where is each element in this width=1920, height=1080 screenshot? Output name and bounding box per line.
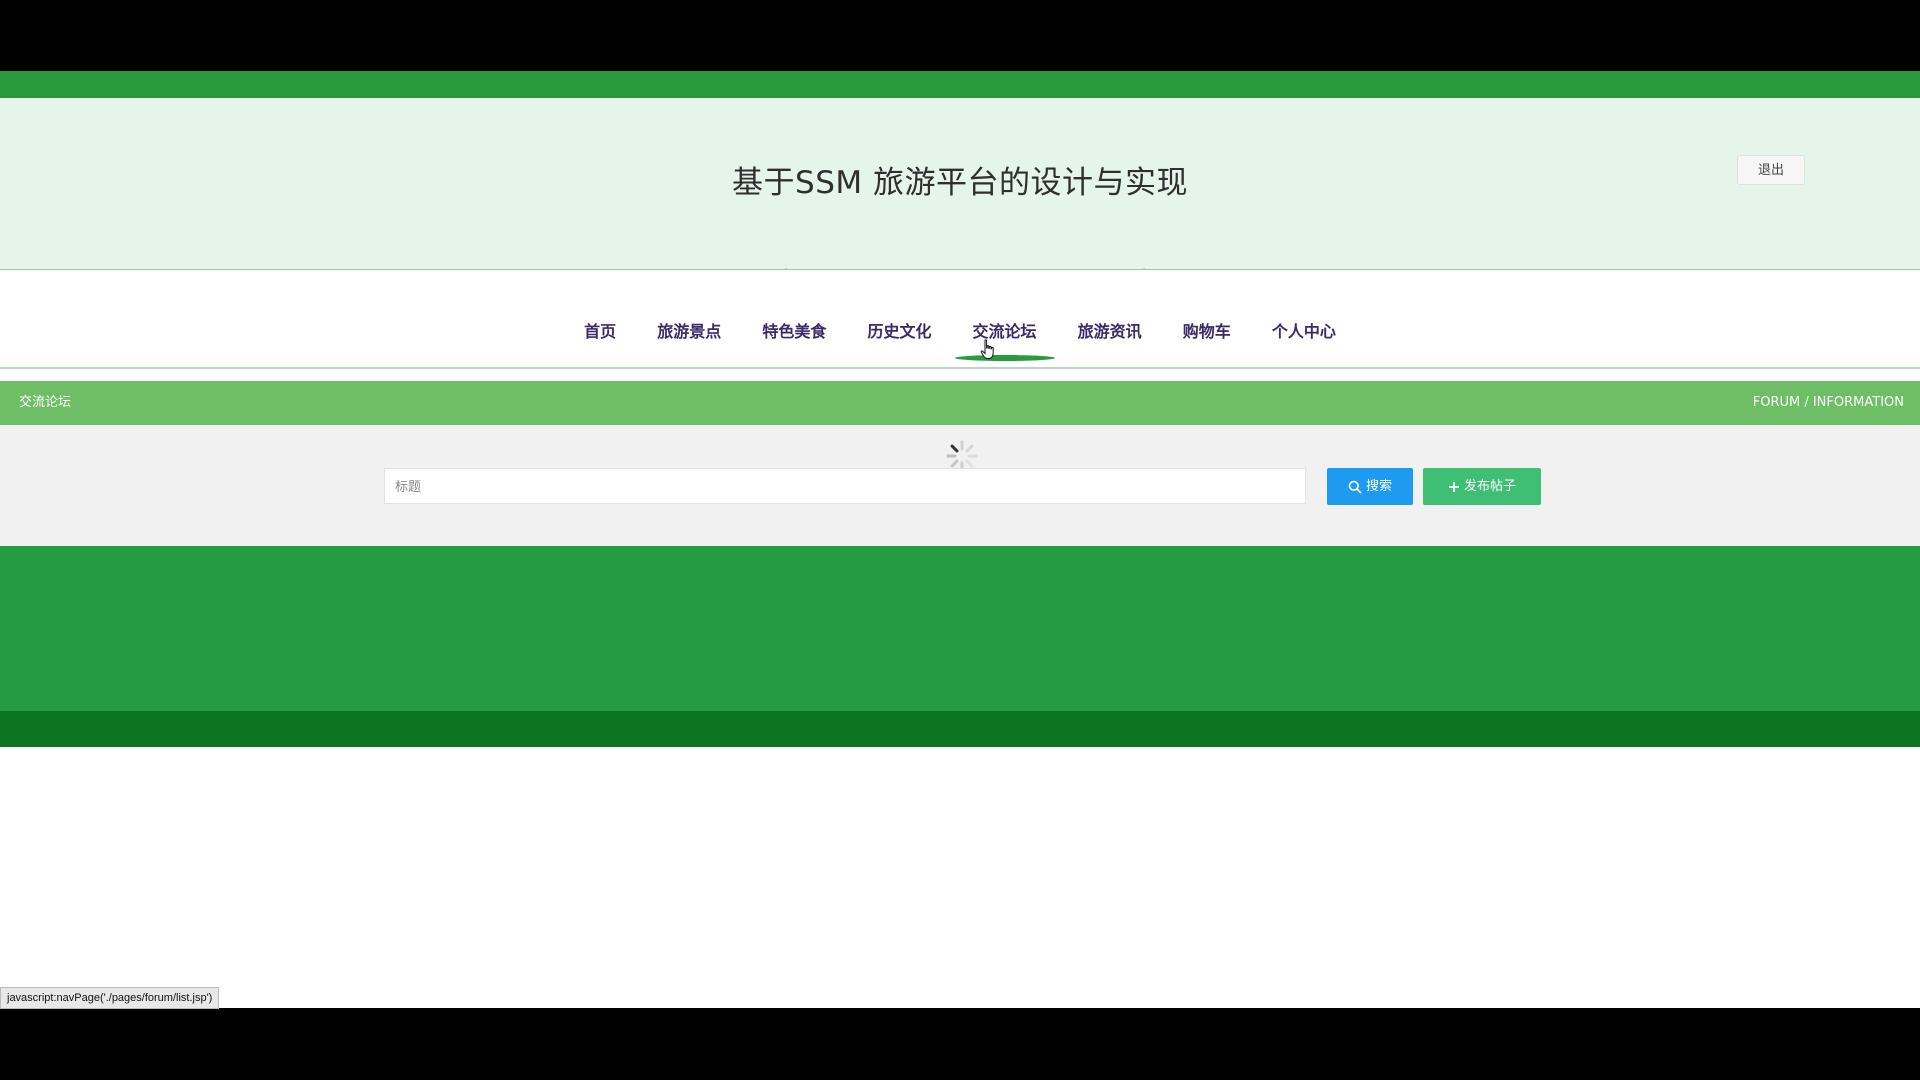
search-icon xyxy=(1348,480,1362,494)
logout-button[interactable]: 退出 xyxy=(1737,155,1805,185)
hand-cursor-icon xyxy=(980,339,994,359)
nav-item-home[interactable]: 首页 xyxy=(584,320,616,344)
nav-item-food[interactable]: 特色美食 xyxy=(762,320,826,344)
section-bar: 交流论坛 FORUM / INFORMATION xyxy=(0,381,1920,425)
title-search-input[interactable] xyxy=(384,468,1306,504)
search-area: 搜索 发布帖子 xyxy=(0,425,1920,546)
post-topic-button[interactable]: 发布帖子 xyxy=(1423,468,1541,505)
nav-divider xyxy=(0,367,1920,369)
site-header: 基于SSM 旅游平台的设计与实现 退出 xyxy=(0,98,1920,270)
footer xyxy=(0,546,1920,711)
site-title: 基于SSM 旅游平台的设计与实现 xyxy=(732,165,1188,201)
nav-item-history[interactable]: 历史文化 xyxy=(867,320,931,344)
post-topic-button-label: 发布帖子 xyxy=(1463,479,1516,494)
main-nav: 首页 旅游景点 特色美食 历史文化 交流论坛 旅游资讯 购物车 个人中心 xyxy=(0,320,1920,361)
nav-item-attractions[interactable]: 旅游景点 xyxy=(657,320,721,344)
search-button-label: 搜索 xyxy=(1365,479,1392,494)
nav-item-news[interactable]: 旅游资讯 xyxy=(1078,320,1142,344)
nav-area: 首页 旅游景点 特色美食 历史文化 交流论坛 旅游资讯 购物车 个人中心 xyxy=(0,270,1920,367)
nav-item-profile[interactable]: 个人中心 xyxy=(1272,320,1336,344)
footer-bottom-band xyxy=(0,711,1920,747)
top-color-band xyxy=(0,71,1920,98)
nav-item-cart[interactable]: 购物车 xyxy=(1183,320,1231,344)
search-button[interactable]: 搜索 xyxy=(1327,468,1413,505)
status-bar-url: javascript:navPage('./pages/forum/list.j… xyxy=(0,987,220,1009)
section-subtitle: FORUM / INFORMATION xyxy=(1752,395,1904,410)
browser-viewport: 基于SSM 旅游平台的设计与实现 退出 首页 旅游景点 特色美食 历史文化 交流… xyxy=(0,71,1920,1008)
section-title: 交流论坛 xyxy=(19,395,72,410)
plus-icon xyxy=(1448,481,1459,492)
